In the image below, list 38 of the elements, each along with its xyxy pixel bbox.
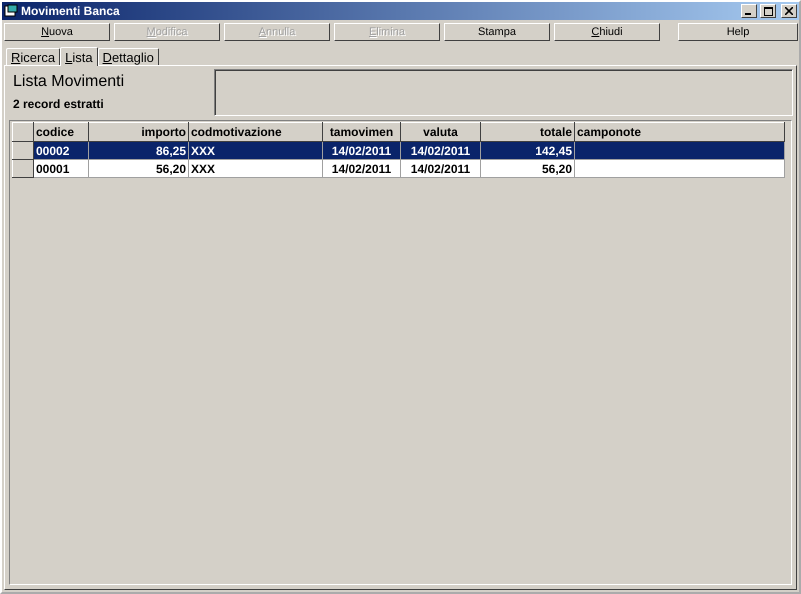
toolbar-button[interactable]: Stampa <box>444 23 550 41</box>
column-header[interactable]: importo <box>88 122 188 142</box>
row-header[interactable] <box>12 160 34 178</box>
table-cell: 14/02/2011 <box>400 160 480 178</box>
table-cell: 00001 <box>34 160 88 178</box>
close-icon <box>785 7 793 15</box>
column-header[interactable]: totale <box>480 122 574 142</box>
toolbar-button[interactable]: Help <box>678 23 798 41</box>
table-cell: 00002 <box>34 142 88 160</box>
app-icon <box>4 4 18 18</box>
maximize-icon <box>764 6 772 16</box>
table-cell: 86,25 <box>88 142 188 160</box>
column-header[interactable]: tamovimen <box>322 122 400 142</box>
table-cell: XXX <box>188 142 322 160</box>
row-header <box>12 122 34 142</box>
table-cell: 56,20 <box>480 160 574 178</box>
minimize-button[interactable] <box>741 4 757 18</box>
column-header[interactable]: codice <box>34 122 88 142</box>
close-button[interactable] <box>781 4 797 18</box>
table-cell: XXX <box>188 160 322 178</box>
maximize-button[interactable] <box>760 4 776 18</box>
table-cell: 142,45 <box>480 142 574 160</box>
tab[interactable]: Ricerca <box>6 48 60 65</box>
table-cell: 14/02/2011 <box>322 142 400 160</box>
record-count: 2 record estratti <box>13 97 105 111</box>
window-title: Movimenti Banca <box>21 4 121 18</box>
toolbar-button[interactable]: Nuova <box>4 23 110 41</box>
column-header[interactable]: valuta <box>400 122 480 142</box>
column-header[interactable]: camponote <box>574 122 784 142</box>
list-title: Lista Movimenti <box>13 73 126 91</box>
tab[interactable]: Lista <box>60 47 98 66</box>
table-cell: 14/02/2011 <box>322 160 400 178</box>
tab[interactable]: Dettaglio <box>98 48 159 65</box>
toolbar-button[interactable]: Chiudi <box>554 23 660 41</box>
column-header[interactable]: codmotivazione <box>188 122 322 142</box>
row-header[interactable] <box>12 142 34 160</box>
table-cell: 56,20 <box>88 160 188 178</box>
table-cell: 14/02/2011 <box>400 142 480 160</box>
